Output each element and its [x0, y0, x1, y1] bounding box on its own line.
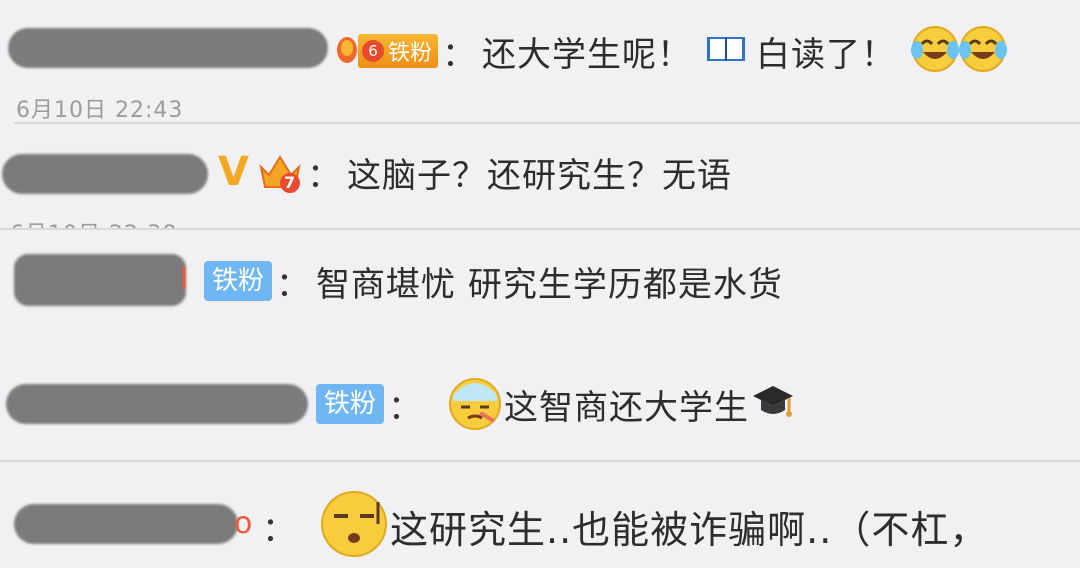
username-redacted[interactable]	[8, 28, 328, 68]
level-crown-icon	[336, 34, 358, 68]
username-fragment: o	[234, 506, 253, 541]
graduation-cap-icon	[751, 380, 795, 428]
colon: ：	[442, 34, 477, 75]
comment-row-2: V 7 ： 这脑子？还研究生？无语 6月10日 22:38	[0, 124, 1080, 228]
comment-row-4: 铁粉 ： 这智商还大学生	[0, 340, 1080, 460]
comment-text: 这智商还大学生	[504, 387, 750, 428]
comment-line: 铁粉 ： 智商堪忧 研究生学历都是水货	[204, 256, 783, 306]
comment-row-1: 6 铁粉 ： 还大学生呢！ 白读了！ 6月10日 22:43	[0, 0, 1080, 122]
comment-text: 这脑子？还研究生？无语	[346, 155, 732, 196]
colon: ：	[388, 387, 423, 428]
fan-badge-label: 铁粉	[388, 41, 433, 66]
sick-face-emoji	[446, 373, 504, 435]
comment-line: V 7 ： 这脑子？还研究生？无语	[212, 146, 732, 198]
colon: ：	[276, 264, 311, 305]
fan-badge[interactable]: 6 铁粉	[358, 34, 439, 68]
comment-text-2: 白读了！	[756, 34, 897, 75]
comment-line: 6 铁粉 ： 还大学生呢！ 白读了！	[336, 26, 1008, 76]
fan-level: 6	[362, 40, 384, 62]
speechless-face-emoji	[318, 488, 390, 564]
comment-line: ： 这研究生..也能被诈骗啊..（不杠，	[258, 488, 988, 564]
username-redacted[interactable]	[6, 384, 308, 424]
colon: ：	[262, 509, 296, 550]
fan-badge[interactable]: 铁粉	[204, 261, 273, 301]
colon: ：	[306, 155, 341, 196]
username-redacted[interactable]	[14, 504, 238, 544]
username-redacted[interactable]	[14, 254, 186, 306]
username-redacted[interactable]	[2, 154, 208, 194]
comment-text: 智商堪忧 研究生学历都是水货	[316, 264, 783, 305]
book-icon	[706, 34, 746, 68]
comment-row-3: l 铁粉 ： 智商堪忧 研究生学历都是水货	[0, 230, 1080, 340]
verified-icon: V	[218, 149, 249, 195]
fan-badge[interactable]: 铁粉	[316, 384, 385, 424]
comment-timestamp: 6月10日 22:43	[16, 98, 184, 122]
comment-line: 铁粉 ： 这智商还大学生	[316, 376, 795, 432]
comment-timestamp: 6月10日 22:38	[10, 216, 177, 228]
comment-text: 这研究生..也能被诈骗啊..（不杠，	[390, 507, 989, 552]
comment-text: 还大学生呢！	[482, 34, 693, 75]
laugh-cry-emoji	[958, 24, 1008, 78]
comment-row-5: o ： 这研究生..也能被诈骗啊..（不杠，	[0, 462, 1080, 568]
username-fragment: l	[180, 262, 189, 297]
crown-icon	[257, 149, 303, 195]
laugh-cry-emoji	[910, 24, 960, 78]
